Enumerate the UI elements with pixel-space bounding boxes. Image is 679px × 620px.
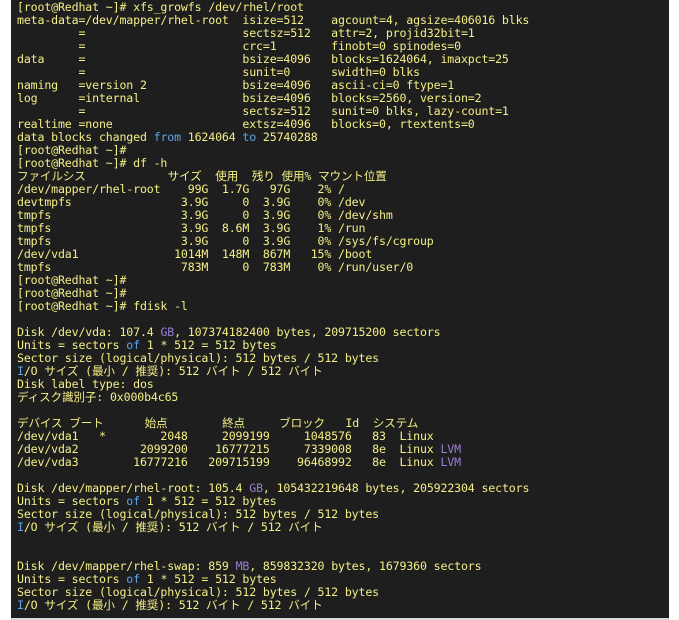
terminal-text-segment: Sector size (logical/physical): 512 byte… (17, 585, 379, 599)
terminal-text-segment: tmpfs 3.9G 0 3.9G 0% /dev/shm (17, 208, 393, 222)
terminal-text-segment: /dev/vda1 * 2048 2099199 1048576 83 Linu… (17, 429, 434, 443)
terminal-text-segment: /O サイズ (最小 / 推奨): 512 バイト / 512 バイト (23, 520, 323, 534)
terminal-text-segment: I (17, 598, 24, 612)
terminal-text-segment: GB (249, 481, 263, 495)
terminal-text-segment: MB (235, 559, 250, 573)
terminal-text-segment: Sector size (logical/physical): 512 byte… (17, 507, 379, 521)
terminal-text-segment: = crc=1 finobt=0 spinodes=0 (17, 39, 461, 53)
terminal-text-segment: naming =version 2 bsize=4096 ascii-ci=0 … (17, 78, 455, 92)
terminal-text-segment: of (126, 338, 140, 352)
terminal-text-segment: log =internal bsize=4096 blocks=2560, ve… (17, 91, 482, 105)
terminal-text-segment: LVM (440, 455, 461, 469)
terminal-text-segment: Sector size (logical/physical): 512 byte… (17, 351, 379, 365)
terminal-text-segment: of (126, 494, 140, 508)
terminal-output: [root@Redhat ~]# xfs_growfs /dev/rhel/ro… (17, 1, 529, 612)
terminal-text-segment: data blocks changed (17, 130, 154, 144)
terminal-text-segment: of (126, 572, 140, 586)
terminal-line: /dev/vda3 16777216 209715199 96468992 8e… (17, 456, 529, 469)
terminal-text-segment: , 107374182400 bytes, 209715200 sectors (174, 325, 441, 339)
terminal-text-segment: ディスク識別子: 0x000b4c65 (17, 390, 179, 404)
terminal-text-segment: [root@Redhat ~]# df -h (17, 156, 168, 170)
terminal-text-segment: [root@Redhat ~]# (17, 143, 127, 157)
terminal-text-segment: LVM (440, 442, 461, 456)
terminal-text-segment: tmpfs 3.9G 0 3.9G 0% /sys/fs/cgroup (17, 234, 434, 248)
terminal-text-segment: Disk /dev/mapper/rhel-swap: 859 (17, 559, 236, 573)
terminal-text-segment: /dev/mapper/rhel-root 99G 1.7G 97G 2% / (17, 182, 345, 196)
terminal-text-segment: I (17, 520, 24, 534)
terminal-text-segment: Disk /dev/vda: 107.4 (17, 325, 161, 339)
terminal-text-segment: Units = sectors (17, 338, 127, 352)
terminal-text-segment: = sectsz=512 sunit=0 blks, lazy-count=1 (17, 104, 509, 118)
terminal-text-segment: /dev/vda3 16777216 209715199 96468992 8e… (17, 455, 441, 469)
terminal-line: I/O サイズ (最小 / 推奨): 512 バイト / 512 バイト (17, 521, 529, 534)
terminal-text-segment: /dev/vda1 1014M 148M 867M 15% /boot (17, 247, 373, 261)
terminal-line: I/O サイズ (最小 / 推奨): 512 バイト / 512 バイト (17, 599, 529, 612)
terminal-text-segment: from (153, 130, 181, 144)
terminal-text-segment: = sunit=0 swidth=0 blks (17, 65, 420, 79)
terminal-text-segment: tmpfs 783M 0 783M 0% /run/user/0 (17, 260, 414, 274)
terminal-text-segment: GB (160, 325, 175, 339)
terminal-text-segment: Disk label type: dos (17, 377, 154, 391)
terminal-text-segment: , 859832320 bytes, 1679360 sectors (249, 559, 482, 573)
terminal-text-segment: , 105432219648 bytes, 205922304 sectors (262, 481, 530, 495)
terminal-text-segment: [root@Redhat ~]# xfs_growfs /dev/rhel/ro… (17, 0, 304, 14)
terminal-text-segment: /dev/vda2 2099200 16777215 7339008 8e Li… (17, 442, 441, 456)
terminal-text-segment: Disk /dev/mapper/rhel-root: 105.4 (17, 481, 250, 495)
terminal-text-segment: devtmpfs 3.9G 0 3.9G 0% /dev (17, 195, 366, 209)
terminal-text-segment: 1 * 512 = 512 bytes (139, 494, 277, 508)
terminal-window[interactable]: [root@Redhat ~]# xfs_growfs /dev/rhel/ro… (11, 0, 669, 620)
terminal-text-segment: ファイルシス サイズ 使用 残り 使用% マウント位置 (17, 169, 387, 183)
terminal-text-segment: [root@Redhat ~]# fdisk -l (17, 299, 188, 313)
terminal-text-segment: /O サイズ (最小 / 推奨): 512 バイト / 512 バイト (23, 364, 323, 378)
terminal-text-segment: = sectsz=512 attr=2, projid32bit=1 (17, 26, 475, 40)
terminal-text-segment: デバイス ブート 始点 終点 ブロック Id システム (17, 416, 419, 430)
terminal-line: ディスク識別子: 0x000b4c65 (17, 391, 529, 404)
terminal-text-segment: tmpfs 3.9G 8.6M 3.9G 1% /run (17, 221, 366, 235)
terminal-text-segment: data = bsize=4096 blocks=1624064, imaxpc… (17, 52, 509, 66)
terminal-text-segment: 1 * 512 = 512 bytes (139, 338, 277, 352)
terminal-text-segment: /O サイズ (最小 / 推奨): 512 バイト / 512 バイト (23, 598, 323, 612)
terminal-text-segment: 25740288 (256, 130, 318, 144)
terminal-text-segment: 1 * 512 = 512 bytes (139, 572, 277, 586)
terminal-text-segment: meta-data=/dev/mapper/rhel-root isize=51… (17, 13, 530, 27)
terminal-text-segment: I (17, 364, 24, 378)
terminal-text-segment: realtime =none extsz=4096 blocks=0, rtex… (17, 117, 475, 131)
terminal-line: [root@Redhat ~]# fdisk -l (17, 300, 529, 313)
terminal-text-segment: Units = sectors (17, 572, 127, 586)
terminal-text-segment: [root@Redhat ~]# (17, 286, 127, 300)
terminal-text-segment: to (242, 130, 257, 144)
terminal-text-segment: [root@Redhat ~]# (17, 273, 127, 287)
terminal-text-segment: 1624064 (180, 130, 243, 144)
terminal-text-segment: Units = sectors (17, 494, 127, 508)
